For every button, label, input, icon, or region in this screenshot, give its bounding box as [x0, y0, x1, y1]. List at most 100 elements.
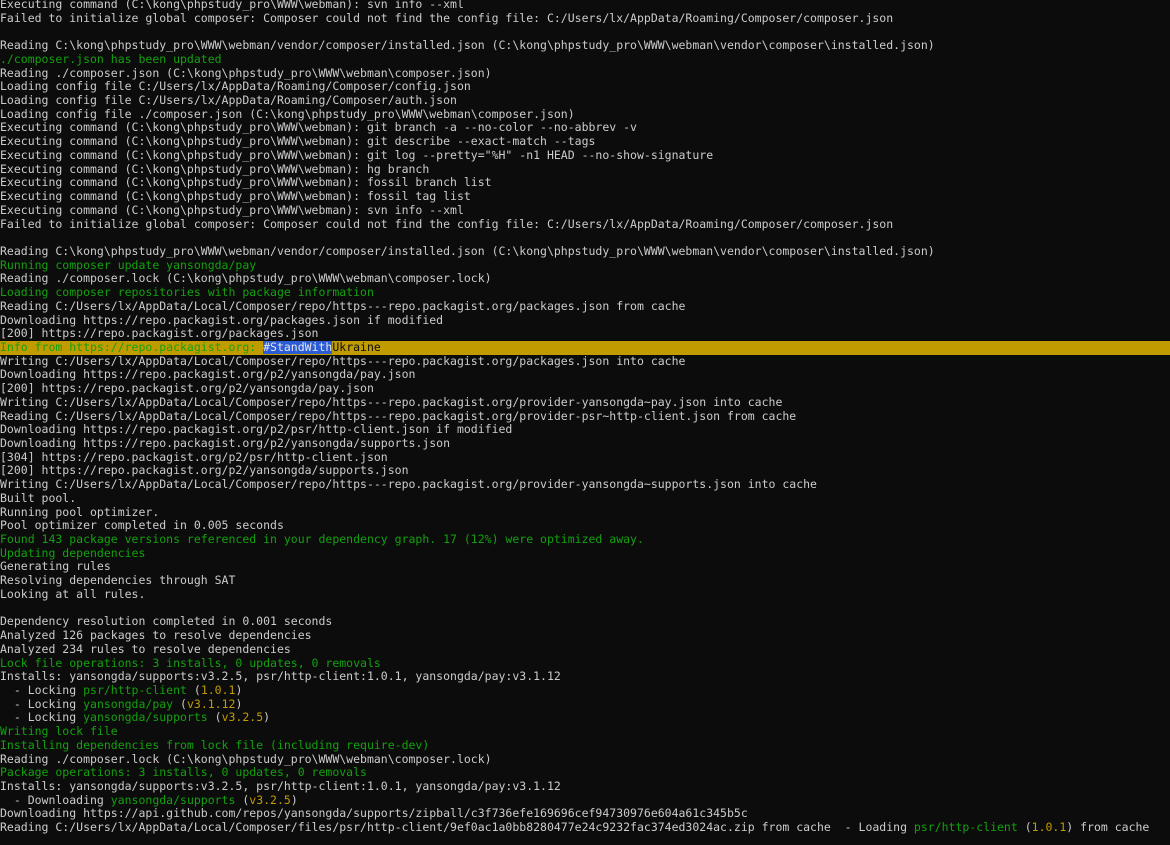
- terminal-text: Executing command (C:\kong\phpstudy_pro\…: [0, 162, 430, 176]
- terminal-line: Executing command (C:\kong\phpstudy_pro\…: [0, 176, 1170, 190]
- terminal-text: Downloading https://repo.packagist.org/p…: [0, 423, 513, 437]
- terminal-line: Downloading https://repo.packagist.org/p…: [0, 437, 1170, 451]
- terminal-text: [200] https://repo.packagist.org/p2/yans…: [0, 382, 374, 396]
- terminal-text: Writing lock file: [0, 725, 118, 739]
- terminal-line: Executing command (C:\kong\phpstudy_pro\…: [0, 190, 1170, 204]
- terminal-text: Info from https://repo.packagist.org:: [0, 340, 264, 354]
- terminal-text: ./composer.json has been updated: [0, 52, 222, 66]
- terminal-text: ): [235, 683, 243, 697]
- terminal-line: Downloading https://api.github.com/repos…: [0, 807, 1170, 821]
- terminal-text: Loading config file C:/Users/lx/AppData/…: [0, 94, 457, 108]
- terminal-line: Analyzed 234 rules to resolve dependenci…: [0, 643, 1170, 657]
- terminal-text: (: [235, 793, 250, 807]
- terminal-line: Package operations: 3 installs, 0 update…: [0, 766, 1170, 780]
- terminal-line: Writing C:/Users/lx/AppData/Local/Compos…: [0, 396, 1170, 410]
- terminal-line: Installs: yansongda/supports:v3.2.5, psr…: [0, 780, 1170, 794]
- terminal-line: Writing lock file: [0, 725, 1170, 739]
- terminal-line: [304] https://repo.packagist.org/p2/psr/…: [0, 451, 1170, 465]
- terminal-line: Analyzed 126 packages to resolve depende…: [0, 629, 1170, 643]
- terminal-text: Executing command (C:\kong\phpstudy_pro\…: [0, 135, 596, 149]
- terminal-line: Dependency resolution completed in 0.001…: [0, 615, 1170, 629]
- terminal-text: Executing command (C:\kong\phpstudy_pro\…: [0, 121, 637, 135]
- terminal-text: Generating rules: [0, 560, 111, 574]
- terminal-line: Executing command (C:\kong\phpstudy_pro\…: [0, 204, 1170, 218]
- terminal-text: Downloading https://api.github.com/repos…: [0, 807, 748, 821]
- terminal-line: Downloading https://repo.packagist.org/p…: [0, 314, 1170, 328]
- terminal-text: Built pool.: [0, 491, 77, 505]
- terminal-line: Executing command (C:\kong\phpstudy_pro\…: [0, 121, 1170, 135]
- terminal-text: [200] https://repo.packagist.org/p2/yans…: [0, 464, 409, 478]
- terminal-text: Ukraine: [332, 340, 381, 354]
- terminal-line: ./composer.json has been updated: [0, 53, 1170, 67]
- terminal-line: Reading C:\kong\phpstudy_pro\WWW\webman/…: [0, 245, 1170, 259]
- terminal-line: Generating rules: [0, 560, 1170, 574]
- terminal-line: Built pool.: [0, 492, 1170, 506]
- terminal-line: Executing command (C:\kong\phpstudy_pro\…: [0, 135, 1170, 149]
- terminal-output[interactable]: Executing command (C:\kong\phpstudy_pro\…: [0, 0, 1170, 845]
- terminal-text: Reading C:/Users/lx/AppData/Local/Compos…: [0, 821, 914, 835]
- terminal-text: 1.0.1: [200, 683, 236, 697]
- terminal-text: Resolving dependencies through SAT: [0, 574, 236, 588]
- terminal-text: Pool optimizer completed in 0.005 second…: [0, 519, 284, 533]
- terminal-text: Reading C:\kong\phpstudy_pro\WWW\webman/…: [0, 244, 935, 258]
- terminal-line-highlighted: Info from https://repo.packagist.org: #S…: [0, 340, 1170, 355]
- terminal-text: Failed to initialize global composer: Co…: [0, 11, 894, 25]
- terminal-line: Failed to initialize global composer: Co…: [0, 12, 1170, 26]
- terminal-line: Installs: yansongda/supports:v3.2.5, psr…: [0, 670, 1170, 684]
- terminal-text: - Locking: [0, 683, 84, 697]
- terminal-text: Executing command (C:\kong\phpstudy_pro\…: [0, 190, 471, 204]
- terminal-text: yansongda/pay: [83, 697, 174, 711]
- terminal-text: Reading C:\kong\phpstudy_pro\WWW\webman/…: [0, 39, 935, 53]
- terminal-text: Analyzed 234 rules to resolve dependenci…: [0, 642, 291, 656]
- terminal-text: [304] https://repo.packagist.org/p2/psr/…: [0, 450, 388, 464]
- terminal-line: Running pool optimizer.: [0, 506, 1170, 520]
- terminal-line: Installing dependencies from lock file (…: [0, 739, 1170, 753]
- terminal-line: Resolving dependencies through SAT: [0, 574, 1170, 588]
- terminal-line: Updating dependencies: [0, 547, 1170, 561]
- terminal-line: Reading C:/Users/lx/AppData/Local/Compos…: [0, 821, 1170, 835]
- terminal-line: Lock file operations: 3 installs, 0 upda…: [0, 657, 1170, 671]
- terminal-text: ) from cache: [1066, 821, 1150, 835]
- terminal-text: Writing C:/Users/lx/AppData/Local/Compos…: [0, 395, 783, 409]
- terminal-line: [200] https://repo.packagist.org/package…: [0, 327, 1170, 341]
- terminal-text: Updating dependencies: [0, 546, 146, 560]
- terminal-text: Looking at all rules.: [0, 587, 146, 601]
- terminal-text: Downloading https://repo.packagist.org/p…: [0, 368, 416, 382]
- terminal-line: Reading C:\kong\phpstudy_pro\WWW\webman/…: [0, 39, 1170, 53]
- terminal-text: ): [290, 793, 298, 807]
- terminal-line: Looking at all rules.: [0, 588, 1170, 602]
- terminal-text: Executing command (C:\kong\phpstudy_pro\…: [0, 0, 464, 11]
- terminal-text: Downloading https://repo.packagist.org/p…: [0, 437, 451, 450]
- terminal-text: Reading ./composer.lock (C:\kong\phpstud…: [0, 272, 492, 286]
- terminal-text: psr/http-client: [83, 683, 187, 697]
- terminal-line: Downloading https://repo.packagist.org/p…: [0, 368, 1170, 382]
- terminal-line: Failed to initialize global composer: Co…: [0, 218, 1170, 232]
- terminal-line: Writing C:/Users/lx/AppData/Local/Compos…: [0, 355, 1170, 369]
- terminal-text: Reading C:/Users/lx/AppData/Local/Compos…: [0, 409, 797, 423]
- terminal-text: ): [235, 697, 243, 711]
- terminal-text: psr/http-client: [913, 821, 1018, 835]
- terminal-line: Running composer update yansongda/pay: [0, 259, 1170, 273]
- terminal-line: Reading ./composer.lock (C:\kong\phpstud…: [0, 753, 1170, 767]
- terminal-line: Loading config file C:/Users/lx/AppData/…: [0, 80, 1170, 94]
- terminal-text: Executing command (C:\kong\phpstudy_pro\…: [0, 148, 714, 162]
- terminal-text: Analyzed 126 packages to resolve depende…: [0, 629, 312, 643]
- terminal-text: - Locking: [0, 711, 84, 725]
- terminal-text: Loading composer repositories with packa…: [0, 286, 374, 300]
- terminal-text: ): [263, 711, 271, 725]
- terminal-text: Failed to initialize global composer: Co…: [0, 217, 894, 231]
- terminal-line: Downloading https://repo.packagist.org/p…: [0, 423, 1170, 437]
- terminal-text: Reading ./composer.lock (C:\kong\phpstud…: [0, 752, 492, 766]
- terminal-line: Executing command (C:\kong\phpstudy_pro\…: [0, 163, 1170, 177]
- terminal-text: - Locking: [0, 697, 84, 711]
- terminal-text: Found 143 package versions referenced in…: [0, 533, 644, 547]
- terminal-text: (: [1017, 821, 1032, 835]
- terminal-text: v3.2.5: [221, 711, 264, 725]
- terminal-text: Loading config file C:/Users/lx/AppData/…: [0, 80, 471, 94]
- terminal-text: Reading C:/Users/lx/AppData/Local/Compos…: [0, 299, 686, 313]
- terminal-text: Package operations: 3 installs, 0 update…: [0, 766, 367, 780]
- terminal-text: yansongda/supports: [83, 711, 208, 725]
